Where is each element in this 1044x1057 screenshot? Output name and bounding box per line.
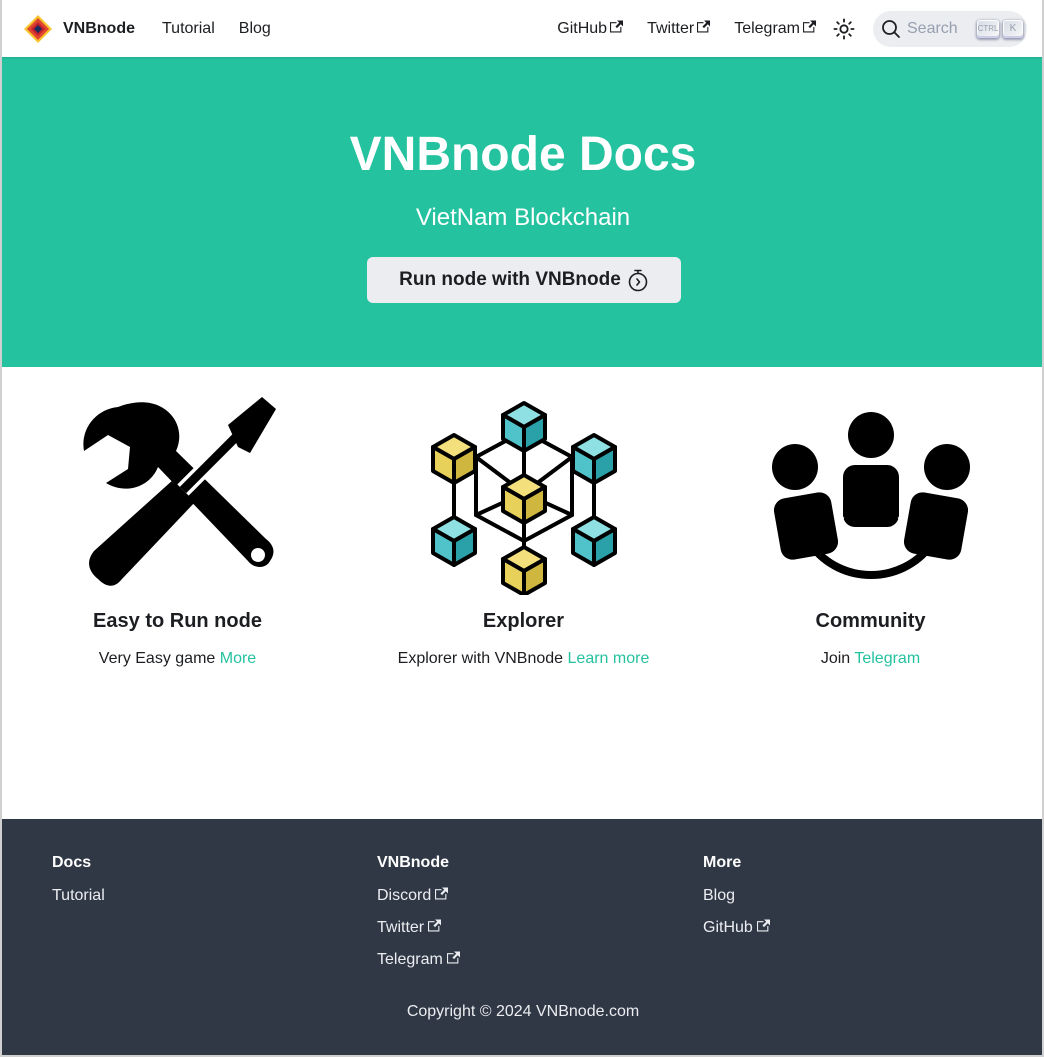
footer-link-tutorial[interactable]: Tutorial <box>52 886 105 906</box>
nav-link-twitter[interactable]: Twitter <box>647 19 711 38</box>
footer-column-title: Docs <box>52 854 92 871</box>
footer-link-blog[interactable]: Blog <box>703 886 770 906</box>
nav-link-twitter-label: Twitter <box>647 19 695 37</box>
feature-text: Join <box>820 650 851 667</box>
footer-link-label: Twitter <box>377 919 425 936</box>
feature-description: Explorer with VNBnode Learn more <box>350 648 697 670</box>
copyright: Copyright © 2024 VNBnode.com <box>406 1003 640 1020</box>
footer-link-label: Discord <box>377 887 432 904</box>
nav-link-telegram-label: Telegram <box>734 19 800 37</box>
nav-link-github-label: GitHub <box>557 19 608 37</box>
page: VNBnode Tutorial Blog GitHub Twitter Tel… <box>0 0 1044 1057</box>
footer-link-discord[interactable]: Discord <box>377 886 460 906</box>
nav-link-blog[interactable]: Blog <box>239 20 271 38</box>
feature-title: Easy to Run node <box>93 610 262 632</box>
external-link-icon <box>428 919 442 932</box>
sun-icon <box>833 17 855 40</box>
tools-icon <box>82 397 276 586</box>
feature-explorer: Explorer Explorer with VNBnode Learn mor… <box>350 395 697 670</box>
feature-title: Community <box>815 610 926 632</box>
navbar: VNBnode Tutorial Blog GitHub Twitter Tel… <box>2 0 1042 57</box>
footer-link-github[interactable]: GitHub <box>703 918 770 938</box>
features-section: Easy to Run node Very Easy game More Exp… <box>2 367 1042 819</box>
footer-column-vnbnode: VNBnode Discord Twitter Telegram <box>377 853 460 982</box>
hero-banner: VNBnode Docs VietNam Blockchain Run node… <box>2 57 1042 367</box>
external-link-icon <box>446 951 460 964</box>
search-button[interactable]: Search CTRL K <box>873 10 1027 47</box>
feature-description: Join Telegram <box>697 648 1042 670</box>
nav-link-telegram[interactable]: Telegram <box>734 20 816 38</box>
footer-column-title: More <box>703 854 742 871</box>
blockchain-cubes-icon <box>430 401 617 595</box>
external-link-icon <box>756 919 770 932</box>
feature-learn-more-link[interactable]: Learn more <box>568 650 650 667</box>
run-node-button-label: Run node with VNBnode <box>399 269 621 290</box>
footer-link-label: GitHub <box>703 919 753 936</box>
run-node-button[interactable]: Run node with VNBnode <box>367 257 681 303</box>
search-icon <box>882 19 900 38</box>
external-link-icon <box>697 20 711 32</box>
footer-column-more: More Blog GitHub <box>703 853 770 950</box>
footer: Docs Tutorial VNBnode Discord Twitter Te… <box>2 819 1042 1055</box>
nav-link-tutorial[interactable]: Tutorial <box>162 20 215 38</box>
nav-link-github[interactable]: GitHub <box>557 19 624 38</box>
feature-text: Explorer with VNBnode <box>397 650 564 667</box>
feature-title: Explorer <box>482 610 565 632</box>
stopwatch-icon <box>628 269 648 292</box>
search-key-k: K <box>1003 19 1023 38</box>
footer-link-twitter[interactable]: Twitter <box>377 918 460 938</box>
footer-column-docs: Docs Tutorial <box>52 853 105 918</box>
hero-title: VNBnode Docs <box>349 128 697 181</box>
footer-link-telegram[interactable]: Telegram <box>377 950 460 970</box>
hero-subtitle: VietNam Blockchain <box>415 204 631 231</box>
community-icon <box>771 412 970 579</box>
search-placeholder: Search <box>907 19 958 37</box>
feature-text: Very Easy game <box>98 650 216 667</box>
search-key-ctrl: CTRL <box>977 19 999 38</box>
footer-link-label: Telegram <box>377 951 443 968</box>
external-link-icon <box>803 20 816 32</box>
feature-easy-to-run: Easy to Run node Very Easy game More <box>4 395 351 670</box>
feature-description: Very Easy game More <box>4 648 351 670</box>
feature-community: Community Join Telegram <box>697 395 1042 670</box>
external-link-icon <box>435 887 449 900</box>
brand-title: VNBnode <box>63 19 135 37</box>
footer-column-title: VNBnode <box>377 854 449 871</box>
external-link-icon <box>610 20 624 32</box>
brand-link[interactable]: VNBnode <box>22 13 135 45</box>
feature-telegram-link[interactable]: Telegram <box>854 650 920 667</box>
feature-more-link[interactable]: More <box>220 650 256 667</box>
brand-logo-icon <box>24 14 52 43</box>
theme-toggle-button[interactable] <box>832 17 856 41</box>
